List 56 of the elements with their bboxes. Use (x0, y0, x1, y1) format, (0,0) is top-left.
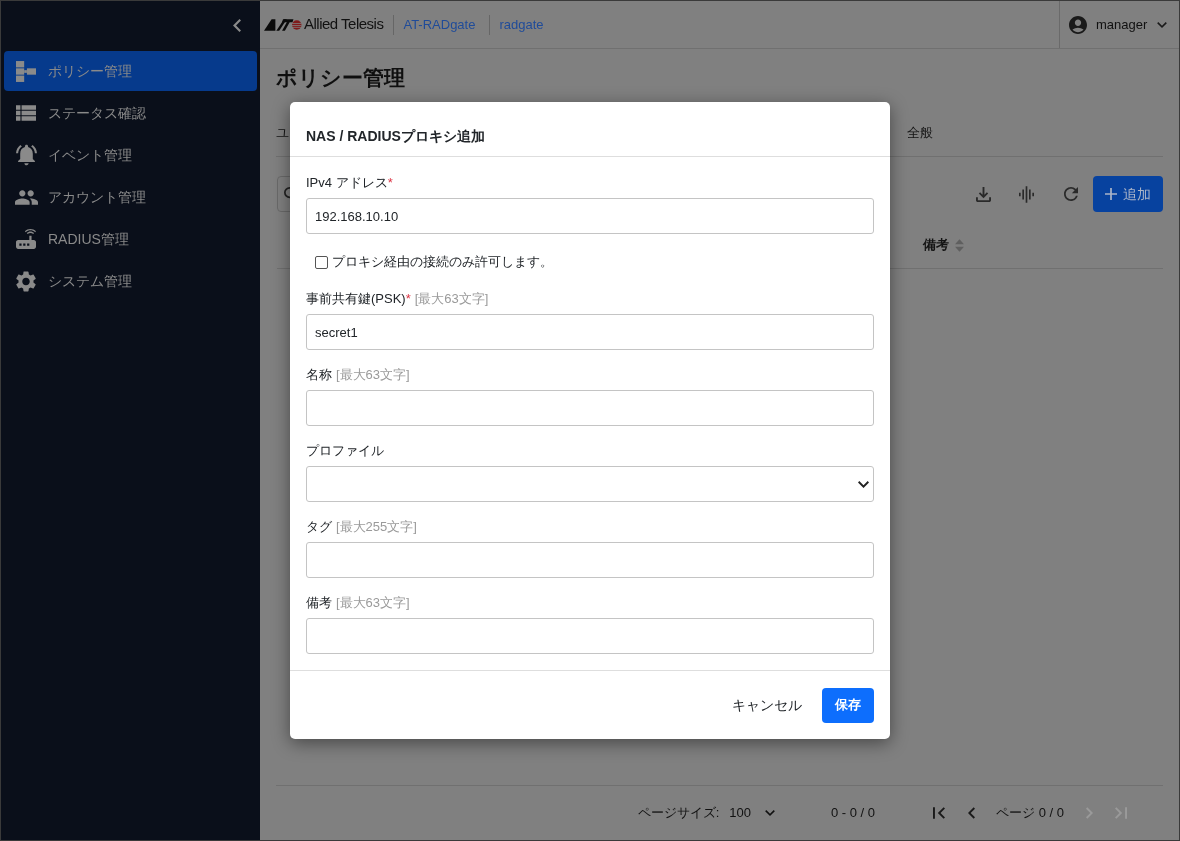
chevron-down-icon (1157, 21, 1167, 28)
router-icon (16, 229, 36, 249)
list-icon (16, 105, 36, 121)
field-label: 名称 (306, 366, 332, 384)
field-hint: [最大255文字] (336, 518, 417, 536)
field-label: 備考 (306, 594, 332, 612)
chevron-left-icon[interactable] (233, 18, 241, 32)
page-title: ポリシー管理 (276, 65, 406, 91)
dialog-title: NAS / RADIUSプロキシ追加 (306, 127, 486, 146)
user-avatar-icon (1069, 15, 1087, 34)
plus-icon (1105, 188, 1117, 200)
logo-icon (264, 18, 302, 31)
page-indicator: ページ 0 / 0 (996, 804, 1064, 823)
field-hint: [最大63文字] (414, 290, 489, 308)
user-menu-button[interactable]: manager (1059, 1, 1179, 48)
cancel-button[interactable]: キャンセル (720, 687, 814, 723)
download-icon[interactable] (976, 186, 991, 202)
chevron-down-icon (858, 480, 869, 488)
tab[interactable]: 全般 (891, 123, 949, 143)
tree-icon (16, 60, 36, 82)
page-size-select[interactable]: 100 (729, 803, 775, 823)
sidebar-item[interactable]: システム管理 (4, 261, 257, 301)
checkbox-label: プロキシ経由の接続のみ許可します。 (332, 253, 553, 272)
field-hint: [最大63文字] (336, 366, 410, 384)
input-field[interactable]: secret1 (306, 314, 874, 350)
input-field[interactable] (306, 390, 874, 426)
people-icon (14, 189, 38, 205)
settings-icon (16, 270, 36, 292)
first-page-icon[interactable] (933, 807, 946, 819)
sidebar-item[interactable]: イベント管理 (4, 135, 257, 175)
save-button[interactable]: 保存 (822, 687, 874, 723)
waveform-icon[interactable] (1019, 185, 1034, 203)
sidebar-item[interactable]: ポリシー管理 (4, 51, 257, 91)
input-field[interactable] (306, 618, 874, 654)
bell-icon (15, 144, 37, 166)
chevron-down-icon (765, 810, 775, 816)
tab[interactable]: ユ (276, 123, 289, 143)
column-header[interactable]: 備考 (923, 235, 949, 255)
sidebar-item[interactable]: アカウント管理 (4, 177, 257, 217)
brand-name: Allied Telesis (304, 14, 384, 35)
refresh-icon[interactable] (1064, 187, 1078, 201)
range-text: 0 - 0 / 0 (831, 804, 876, 823)
field-label: プロファイル (306, 442, 384, 460)
checkbox[interactable] (315, 255, 328, 269)
add-button[interactable]: 追加 (1093, 176, 1163, 212)
field-hint: [最大63文字] (336, 594, 410, 612)
input-field[interactable] (306, 542, 874, 578)
input-field[interactable]: 192.168.10.10 (306, 198, 874, 234)
field-label: 事前共有鍵(PSK)* (306, 290, 411, 308)
field-label: タグ (306, 518, 332, 536)
field-label: IPv4 アドレス* (306, 174, 393, 192)
chevron-left-icon[interactable] (968, 807, 976, 819)
select-field[interactable] (306, 466, 874, 502)
page-size-label: ページサイズ: (637, 804, 720, 823)
sidebar-item[interactable]: ステータス確認 (4, 93, 257, 133)
sidebar-item[interactable]: RADIUS管理 (4, 219, 257, 259)
